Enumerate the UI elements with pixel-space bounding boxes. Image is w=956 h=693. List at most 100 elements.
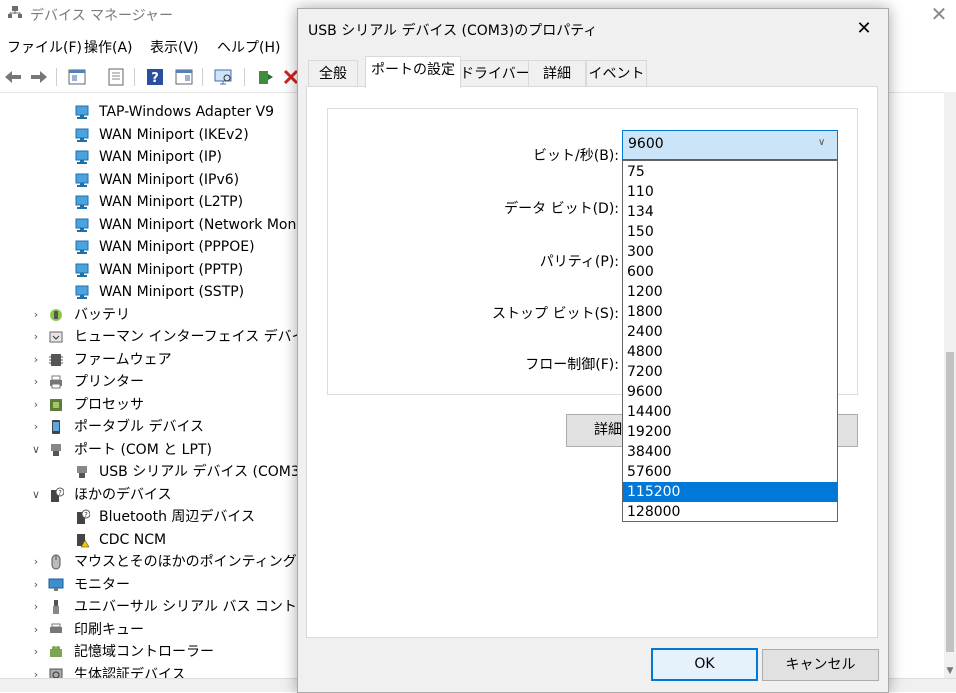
bps-option[interactable]: 4800 [623, 342, 837, 362]
chevron-right-icon[interactable]: › [30, 596, 42, 618]
bps-option[interactable]: 134 [623, 202, 837, 222]
tree-item-label: 印刷キュー [74, 621, 144, 638]
portable-device-icon [52, 420, 60, 434]
toolbar-divider [244, 68, 245, 86]
dialog-title: USB シリアル デバイス (COM3)のプロパティ [308, 23, 598, 39]
scroll-down-arrow-icon[interactable]: ▼ [944, 664, 956, 678]
chevron-down-icon[interactable]: ∨ [30, 484, 42, 506]
chevron-down-icon[interactable]: ∨ [818, 137, 825, 148]
tree-item-label: WAN Miniport (IKEv2) [99, 126, 249, 143]
chevron-down-icon[interactable]: ∨ [30, 439, 42, 461]
bps-option-label: 300 [627, 244, 654, 260]
action-pane-icon[interactable] [173, 66, 195, 88]
tree-item-label: プリンター [74, 374, 144, 390]
tree-item-label: WAN Miniport (PPPOE) [99, 239, 255, 255]
bps-option[interactable]: 14400 [623, 402, 837, 422]
bps-option[interactable]: 7200 [623, 362, 837, 382]
tab-driver[interactable]: ドライバー [459, 60, 530, 87]
chevron-right-icon[interactable]: › [30, 551, 42, 573]
bps-option-label: 600 [627, 264, 654, 280]
device-manager-app-icon [8, 6, 22, 18]
bps-option[interactable]: 1800 [623, 302, 837, 322]
bps-option[interactable]: 2400 [623, 322, 837, 342]
tree-item-label: CDC NCM [99, 531, 167, 548]
properties-icon[interactable] [105, 66, 127, 88]
bps-option-label: 115200 [627, 484, 681, 500]
bps-option-label: 1800 [627, 304, 663, 320]
network-adapter-icon [75, 218, 89, 232]
tab-port-settings[interactable]: ポートの設定 [365, 56, 461, 88]
tab-events[interactable]: イベント [586, 60, 647, 87]
forward-icon[interactable] [28, 66, 50, 88]
svg-text:?: ? [58, 489, 62, 497]
network-adapter-icon [75, 240, 89, 254]
chevron-right-icon[interactable]: › [30, 664, 42, 679]
flow-control-label: フロー制御(F): [525, 357, 619, 373]
bps-option-label: 7200 [627, 364, 663, 380]
bps-option[interactable]: 9600 [623, 382, 837, 402]
chevron-right-icon[interactable]: › [30, 641, 42, 663]
console-tree-icon[interactable] [66, 66, 88, 88]
menu-file[interactable]: ファイル(F) [7, 37, 82, 57]
svg-text:?: ? [84, 511, 88, 519]
bps-option[interactable]: 57600 [623, 462, 837, 482]
monitor-icon [48, 578, 64, 591]
bps-option[interactable]: 110 [623, 182, 837, 202]
print-queue-icon [50, 623, 62, 633]
battery-icon [50, 308, 62, 321]
bps-option[interactable]: 1200 [623, 282, 837, 302]
menu-help[interactable]: ヘルプ(H) [217, 37, 280, 57]
bps-option[interactable]: 128000 [623, 502, 837, 522]
bps-option[interactable]: 75 [623, 162, 837, 182]
dm-scroll-thumb[interactable] [946, 352, 954, 652]
chevron-right-icon[interactable]: › [30, 619, 42, 641]
cancel-button[interactable]: キャンセル [762, 649, 879, 681]
chevron-right-icon[interactable]: › [30, 349, 42, 371]
chevron-right-icon[interactable]: › [30, 416, 42, 438]
unknown-device-icon: ? [51, 487, 64, 502]
update-driver-icon[interactable] [254, 66, 276, 88]
network-adapter-icon [75, 128, 89, 142]
chevron-right-icon[interactable]: › [30, 371, 42, 393]
bps-option[interactable]: 600 [623, 262, 837, 282]
network-adapter-icon [75, 173, 89, 187]
back-icon[interactable] [2, 66, 24, 88]
chevron-right-icon[interactable]: › [30, 394, 42, 416]
bps-option-label: 4800 [627, 344, 663, 360]
bps-option[interactable]: 150 [623, 222, 837, 242]
toolbar-divider [56, 68, 57, 86]
tree-item-label: ポータブル デバイス [74, 419, 205, 435]
bps-option-label: 75 [627, 164, 645, 180]
menu-action[interactable]: 操作(A) [84, 37, 133, 57]
help-icon[interactable]: ? [144, 66, 166, 88]
bits-per-second-combobox[interactable]: 9600 ∨ [622, 130, 838, 160]
dialog-close-button[interactable]: ✕ [851, 17, 877, 41]
scan-hardware-icon[interactable] [212, 66, 234, 88]
chevron-right-icon[interactable]: › [30, 326, 42, 348]
bps-option[interactable]: 38400 [623, 442, 837, 462]
ok-button[interactable]: OK [651, 648, 758, 681]
menu-view[interactable]: 表示(V) [150, 37, 199, 57]
bps-option-label: 14400 [627, 404, 672, 420]
bps-option-label: 2400 [627, 324, 663, 340]
tree-item-label: ファームウェア [74, 351, 172, 368]
port-icon [77, 466, 87, 478]
bps-option[interactable]: 115200 [623, 482, 837, 502]
dm-window-title: デバイス マネージャー [30, 8, 174, 24]
bits-per-second-label: ビット/秒(B): [533, 148, 619, 164]
tree-item-label: TAP-Windows Adapter V9 [99, 104, 275, 120]
tab-details[interactable]: 詳細 [528, 60, 586, 87]
stop-bits-label: ストップ ビット(S): [492, 306, 619, 322]
warning-device-icon [77, 533, 90, 547]
network-adapter-icon [75, 105, 89, 119]
bps-option-label: 1200 [627, 284, 663, 300]
dm-close-button[interactable]: ✕ [926, 2, 952, 26]
chevron-right-icon[interactable]: › [30, 304, 42, 326]
bps-option[interactable]: 300 [623, 242, 837, 262]
parity-label: パリティ(P): [539, 254, 619, 270]
tab-general[interactable]: 全般 [308, 60, 358, 87]
processor-icon [50, 398, 62, 411]
chevron-right-icon[interactable]: › [30, 574, 42, 596]
toolbar-divider [202, 68, 203, 86]
bps-option[interactable]: 19200 [623, 422, 837, 442]
